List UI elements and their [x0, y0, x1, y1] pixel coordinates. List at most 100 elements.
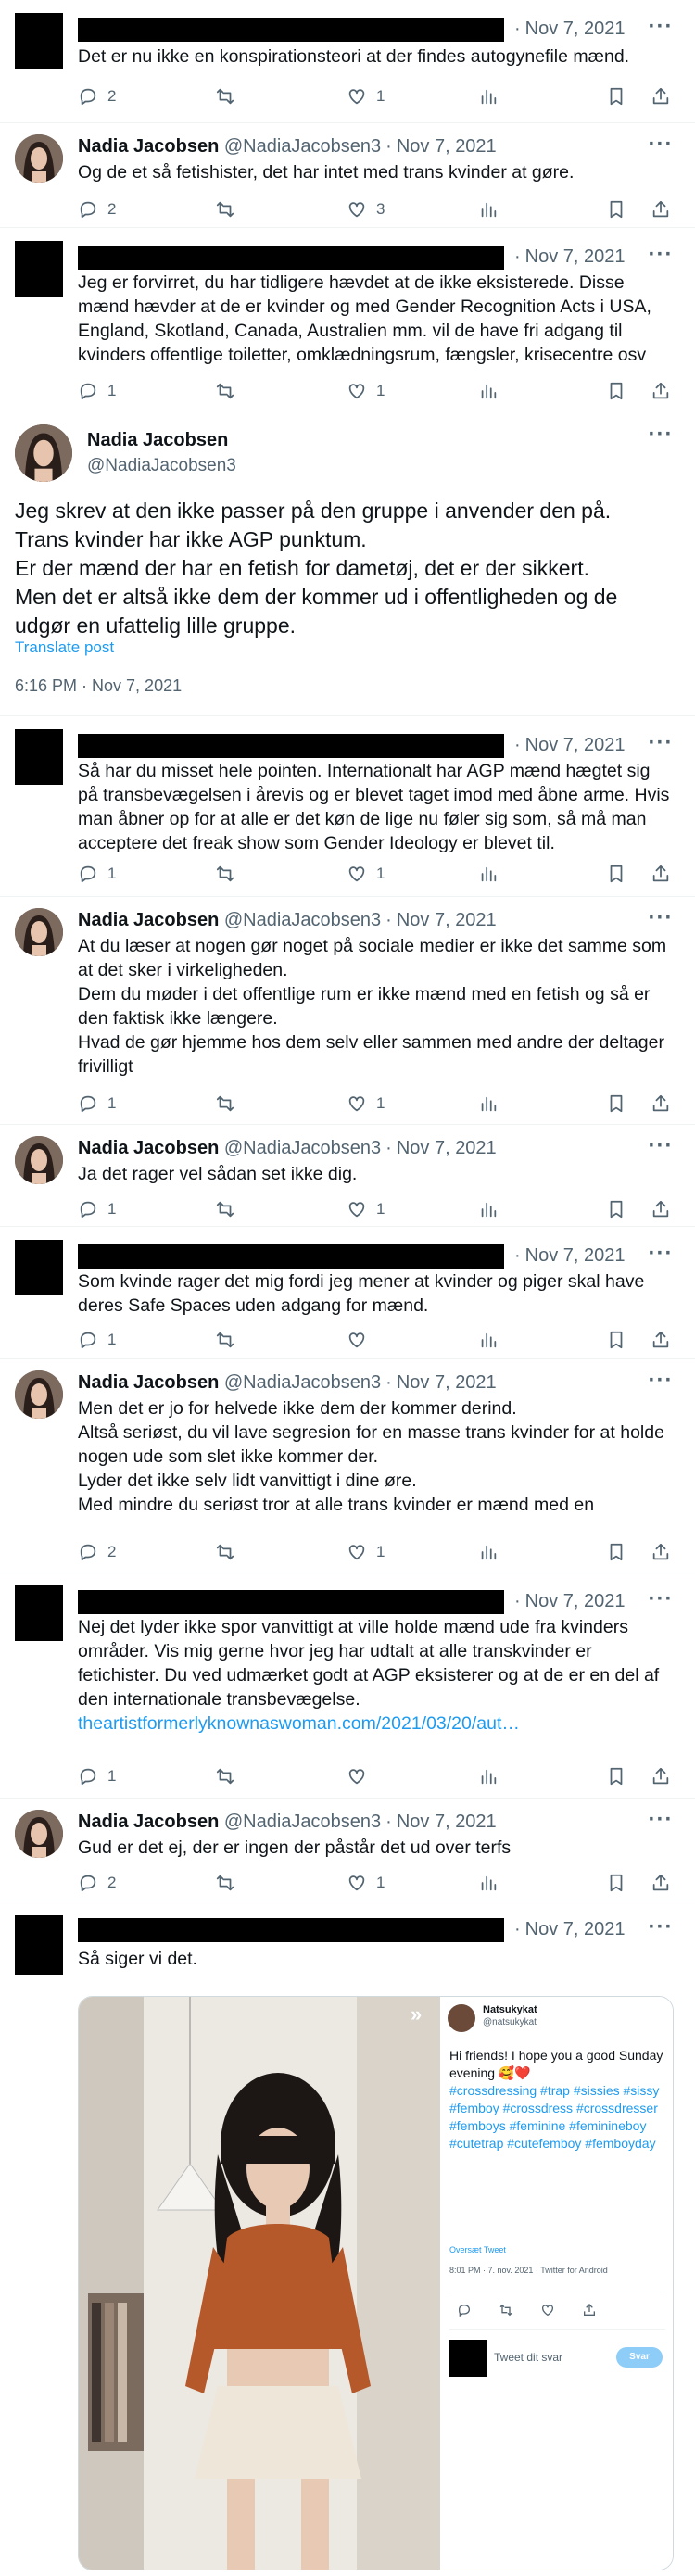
share-button[interactable]	[651, 378, 671, 404]
retweet-button[interactable]	[215, 861, 235, 887]
views-button[interactable]	[478, 378, 499, 404]
external-link[interactable]: theartistformerlyknownaswoman.com/2021/0…	[78, 1711, 671, 1736]
bookmark-button[interactable]	[606, 1763, 626, 1789]
tweet-date[interactable]: Nov 7, 2021	[525, 1919, 626, 1939]
tweet-date[interactable]: Nov 7, 2021	[397, 136, 497, 157]
tweet-1[interactable]: · Nov 7, 2021 ··· Det er nu ikke en konsp…	[0, 0, 695, 123]
share-button[interactable]	[651, 1763, 671, 1789]
focus-timestamp[interactable]: 6:16 PM · Nov 7, 2021	[15, 676, 182, 696]
tweet-3[interactable]: · Nov 7, 2021 ··· Jeg er forvirret, du ha…	[0, 228, 695, 413]
views-button[interactable]	[478, 196, 499, 222]
focus-avatar[interactable]	[15, 424, 72, 482]
retweet-button[interactable]	[215, 1539, 235, 1565]
like-button[interactable]: 3	[347, 196, 385, 222]
tweet-date[interactable]: Nov 7, 2021	[525, 1591, 626, 1611]
translate-link[interactable]: Translate post	[15, 638, 114, 657]
more-icon[interactable]: ···	[647, 133, 675, 162]
focus-author-name[interactable]: Nadia Jacobsen	[87, 430, 228, 451]
retweet-button[interactable]	[215, 1091, 235, 1117]
share-button[interactable]	[651, 83, 671, 109]
avatar[interactable]	[15, 1136, 63, 1184]
avatar[interactable]	[15, 1370, 63, 1419]
retweet-button[interactable]	[215, 1763, 235, 1789]
retweet-button[interactable]	[215, 196, 235, 222]
reply-button[interactable]: 1	[78, 1196, 116, 1222]
tweet-7[interactable]: · Nov 7, 2021 ··· Som kvinde rager det mi…	[0, 1227, 695, 1359]
tweet-date[interactable]: Nov 7, 2021	[397, 1138, 497, 1158]
focus-author-handle[interactable]: @NadiaJacobsen3	[87, 456, 236, 476]
like-button[interactable]	[347, 1763, 367, 1789]
like-button[interactable]: 1	[347, 1870, 385, 1896]
reply-button[interactable]: 2	[78, 1870, 116, 1896]
tweet-date[interactable]: Nov 7, 2021	[397, 1372, 497, 1393]
share-button[interactable]	[651, 861, 671, 887]
more-icon[interactable]: ···	[647, 16, 675, 44]
views-button[interactable]	[478, 1763, 499, 1789]
author-name[interactable]: Nadia Jacobsen	[78, 136, 219, 157]
more-icon[interactable]: ···	[647, 732, 675, 761]
like-button[interactable]: 1	[347, 83, 385, 109]
author-handle[interactable]: @NadiaJacobsen3	[224, 1812, 381, 1832]
tweet-date[interactable]: Nov 7, 2021	[525, 19, 626, 39]
views-button[interactable]	[478, 1091, 499, 1117]
more-icon[interactable]: ···	[647, 423, 675, 452]
bookmark-button[interactable]	[606, 861, 626, 887]
views-button[interactable]	[478, 83, 499, 109]
views-button[interactable]	[478, 1539, 499, 1565]
reply-button[interactable]: 1	[78, 1763, 116, 1789]
tweet-10[interactable]: Nadia Jacobsen @NadiaJacobsen3 · Nov 7, 20…	[0, 1799, 695, 1900]
avatar[interactable]	[15, 1810, 63, 1858]
retweet-button[interactable]	[215, 1327, 235, 1353]
author-name[interactable]: Nadia Jacobsen	[78, 1372, 219, 1393]
bookmark-button[interactable]	[606, 196, 626, 222]
bookmark-button[interactable]	[606, 1539, 626, 1565]
like-button[interactable]: 1	[347, 1539, 385, 1565]
more-icon[interactable]: ···	[647, 1916, 675, 1945]
tweet-9[interactable]: · Nov 7, 2021 ··· Nej det lyder ikke spor…	[0, 1572, 695, 1799]
retweet-button[interactable]	[215, 1196, 235, 1222]
bookmark-button[interactable]	[606, 1327, 626, 1353]
share-button[interactable]	[651, 196, 671, 222]
reply-button[interactable]: 2	[78, 1539, 116, 1565]
share-button[interactable]	[651, 1327, 671, 1353]
bookmark-button[interactable]	[606, 1091, 626, 1117]
retweet-button[interactable]	[215, 378, 235, 404]
views-button[interactable]	[478, 1327, 499, 1353]
reply-button[interactable]: 1	[78, 1327, 116, 1353]
share-button[interactable]	[651, 1196, 671, 1222]
retweet-button[interactable]	[215, 83, 235, 109]
more-icon[interactable]: ···	[647, 1135, 675, 1164]
tweet-8[interactable]: Nadia Jacobsen @NadiaJacobsen3 · Nov 7, 20…	[0, 1359, 695, 1572]
tweet-6[interactable]: Nadia Jacobsen @NadiaJacobsen3 · Nov 7, 20…	[0, 1125, 695, 1227]
like-button[interactable]: 1	[347, 1091, 385, 1117]
more-icon[interactable]: ···	[647, 1809, 675, 1837]
like-button[interactable]	[347, 1327, 367, 1353]
chevron-right-icon[interactable]: »	[411, 2002, 422, 2027]
share-button[interactable]	[651, 1539, 671, 1565]
bookmark-button[interactable]	[606, 1196, 626, 1222]
reply-button[interactable]: 1	[78, 861, 116, 887]
tweet-2[interactable]: Nadia Jacobsen @NadiaJacobsen3 · Nov 7, 20…	[0, 123, 695, 228]
author-handle[interactable]: @NadiaJacobsen3	[224, 910, 381, 930]
tweet-5[interactable]: Nadia Jacobsen @NadiaJacobsen3 · Nov 7, 20…	[0, 897, 695, 1125]
more-icon[interactable]: ···	[647, 907, 675, 936]
more-icon[interactable]: ···	[647, 1370, 675, 1398]
author-handle[interactable]: @NadiaJacobsen3	[224, 1138, 381, 1158]
retweet-button[interactable]	[215, 1870, 235, 1896]
share-button[interactable]	[651, 1870, 671, 1896]
share-button[interactable]	[651, 1091, 671, 1117]
views-button[interactable]	[478, 861, 499, 887]
views-button[interactable]	[478, 1196, 499, 1222]
like-button[interactable]: 1	[347, 1196, 385, 1222]
tweet-date[interactable]: Nov 7, 2021	[397, 910, 497, 930]
avatar[interactable]	[15, 908, 63, 956]
tweet-date[interactable]: Nov 7, 2021	[397, 1812, 497, 1832]
author-name[interactable]: Nadia Jacobsen	[78, 1138, 219, 1158]
reply-button[interactable]: 1	[78, 378, 116, 404]
avatar[interactable]	[15, 134, 63, 183]
reply-button[interactable]: 1	[78, 1091, 116, 1117]
embedded-screenshot[interactable]: » Natsukykat @natsukykat Hi friends! I h…	[78, 1996, 674, 2570]
like-button[interactable]: 1	[347, 861, 385, 887]
reply-button[interactable]: 2	[78, 83, 116, 109]
reply-button[interactable]: 2	[78, 196, 116, 222]
